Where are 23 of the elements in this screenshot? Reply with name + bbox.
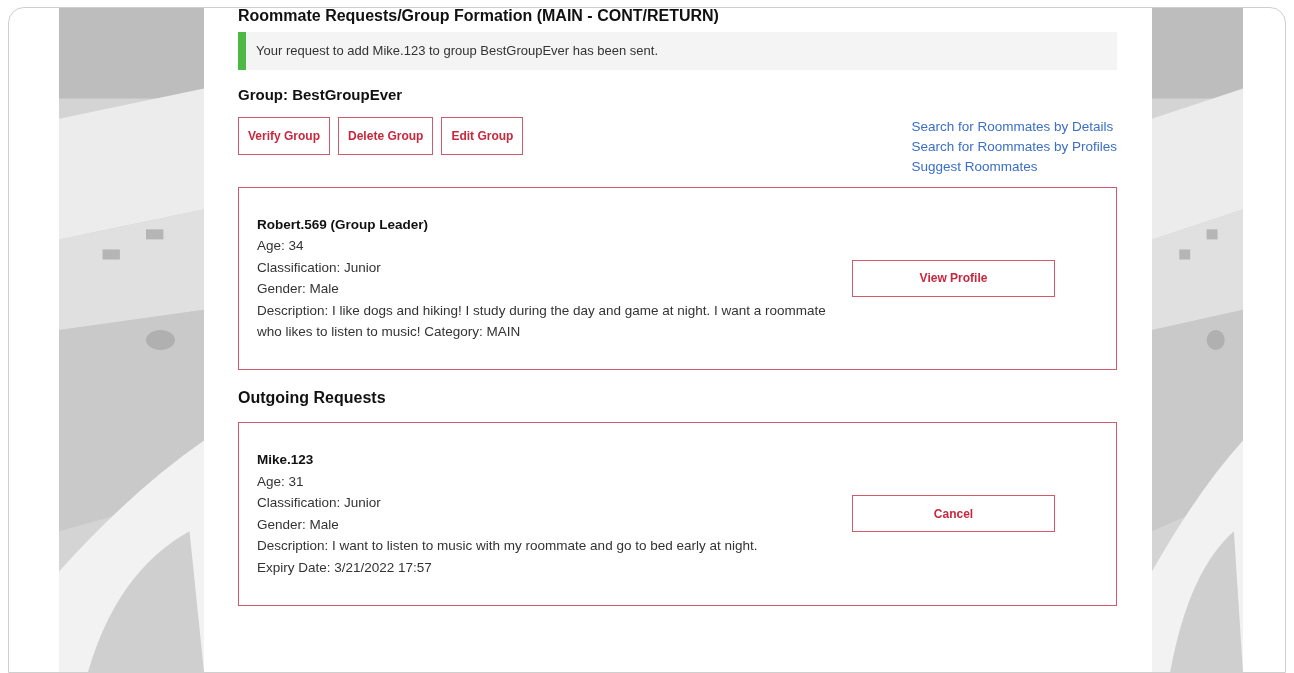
group-action-button[interactable]: Delete Group: [338, 116, 434, 155]
member-name: Mike.123: [257, 451, 315, 470]
group-title: Group: BestGroupEver: [238, 85, 404, 105]
group-action-button[interactable]: Edit Group: [441, 116, 524, 155]
success-alert: Your request to add Mike.123 to group BestGroupEver has been sent.: [238, 32, 1117, 70]
profile-action-button[interactable]: Cancel: [852, 495, 1055, 533]
section-heading: Outgoing Requests: [238, 388, 387, 409]
search-link[interactable]: Search for Roommates by Profiles: [911, 136, 1117, 157]
member-detail: Gender: Male: [257, 280, 340, 299]
member-detail: Description: I like dogs and hiking! I study during the day and game at night. I want a roommate who likes to listen to music! Category: MAIN: [257, 301, 827, 342]
member-name: Robert.569 (Group Leader): [257, 215, 430, 234]
search-link[interactable]: Search for Roommates by Details: [911, 116, 1114, 137]
search-link[interactable]: Suggest Roommates: [911, 156, 1038, 177]
member-detail: Classification: Junior: [257, 258, 382, 277]
member-detail: Gender: Male: [257, 515, 340, 534]
member-detail: Age: 34: [257, 237, 305, 256]
group-action-button[interactable]: Verify Group: [238, 116, 331, 155]
page-title: Roommate Requests/Group Formation (MAIN - CONT/RETURN): [238, 8, 720, 26]
member-detail: Expiry Date: 3/21/2022 17:57: [257, 559, 433, 578]
member-detail: Classification: Junior: [257, 494, 382, 513]
member-detail: Age: 31: [257, 472, 305, 491]
member-detail: Description: I want to listen to music with my roommate and go to bed early at night.: [257, 537, 759, 556]
profile-action-button[interactable]: View Profile: [852, 259, 1055, 297]
